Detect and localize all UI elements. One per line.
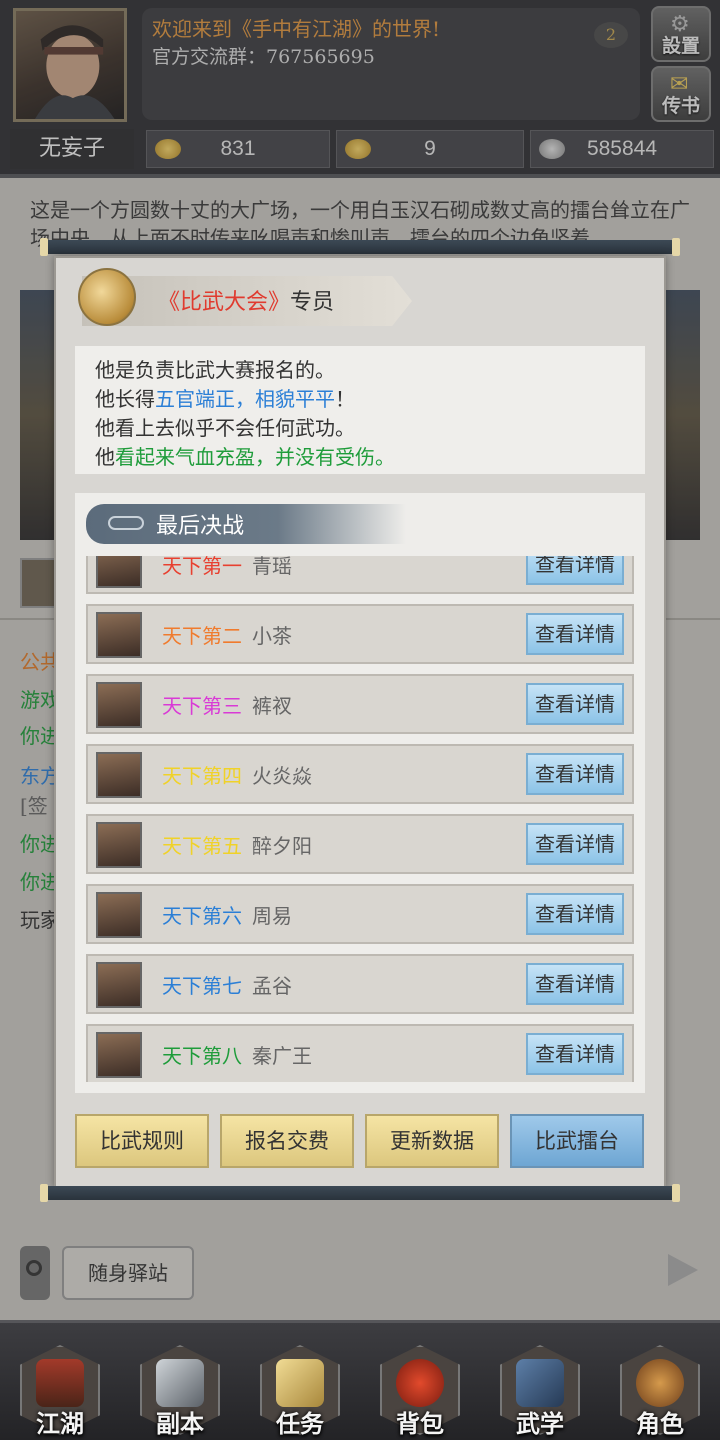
bottom-nav: 江湖 副本 任务 背包 武学 角色 [0, 1320, 720, 1440]
health-text: 看起来气血充盈，并没有受伤。 [115, 445, 395, 469]
bag-icon [396, 1359, 444, 1407]
ranking-row: 天下第八 秦广王 查看详情 [86, 1024, 634, 1082]
book-icon [516, 1359, 564, 1407]
nav-label: 任务 [276, 1409, 324, 1438]
view-details-button[interactable]: 查看详情 [526, 753, 624, 795]
rank-label: 天下第四 [162, 764, 242, 788]
desc-text: ！ [335, 387, 355, 411]
player-portrait-icon [96, 962, 142, 1008]
rank-label: 天下第三 [162, 694, 242, 718]
rod-cap [672, 238, 680, 256]
nav-jianghu[interactable]: 江湖 [20, 1345, 100, 1438]
nav-quest[interactable]: 任务 [260, 1345, 340, 1438]
rank-label: 天下第六 [162, 904, 242, 928]
view-details-button[interactable]: 查看详情 [526, 613, 624, 655]
ranking-row: 天下第四 火炎焱 查看详情 [86, 744, 634, 804]
player-portrait-icon [96, 556, 142, 588]
nav-label: 角色 [636, 1409, 684, 1438]
ranking-list[interactable]: 天下第一 青瑶 查看详情 天下第二 小茶 查看详情 天下第三 裤衩 查看详情 天… [75, 556, 645, 1082]
player-name: 小茶 [252, 624, 292, 648]
player-portrait-icon [96, 892, 142, 938]
dialog-title: 《比武大会》专员 [158, 284, 334, 316]
drum-icon [78, 268, 136, 326]
view-details-button[interactable]: 查看详情 [526, 823, 624, 865]
desc-line: 他看上去似乎不会任何武功。 [95, 416, 355, 440]
rank-label: 天下第八 [162, 1044, 242, 1068]
rod-cap [40, 238, 48, 256]
rank-label: 天下第五 [162, 834, 242, 858]
title-role: 专员 [290, 290, 335, 315]
appearance-text: 五官端正，相貌平平 [155, 387, 335, 411]
npc-description: 他是负责比武大赛报名的。 他长得五官端正，相貌平平！ 他看上去似乎不会任何武功。… [75, 346, 645, 474]
rod-cap [40, 1184, 48, 1202]
player-name: 火炎焱 [252, 764, 312, 788]
nav-martial[interactable]: 武学 [500, 1345, 580, 1438]
ranking-row: 天下第五 醉夕阳 查看详情 [86, 814, 634, 874]
arena-button[interactable]: 比武擂台 [510, 1114, 644, 1168]
player-name: 裤衩 [252, 694, 292, 718]
ranking-row: 天下第七 孟谷 查看详情 [86, 954, 634, 1014]
desc-text: 他 [95, 445, 115, 469]
cloud-swirl-icon [108, 516, 144, 530]
rank-label: 天下第二 [162, 624, 242, 648]
scroll-rod-bottom [40, 1184, 680, 1202]
ranking-row: 天下第二 小茶 查看详情 [86, 604, 634, 664]
nav-character[interactable]: 角色 [620, 1345, 700, 1438]
player-portrait-icon [96, 682, 142, 728]
player-name: 周易 [252, 904, 292, 928]
nav-label: 江湖 [36, 1409, 84, 1438]
view-details-button[interactable]: 查看详情 [526, 683, 624, 725]
ranking-row: 天下第三 裤衩 查看详情 [86, 674, 634, 734]
desc-line: 他长得五官端正，相貌平平！ [95, 385, 625, 414]
rank-label: 天下第一 [162, 556, 242, 578]
rules-button[interactable]: 比武规则 [75, 1114, 209, 1168]
player-portrait-icon [96, 1032, 142, 1078]
ranking-row: 天下第一 青瑶 查看详情 [86, 556, 634, 594]
player-name: 秦广王 [252, 1044, 312, 1068]
view-details-button[interactable]: 查看详情 [526, 963, 624, 1005]
scroll-rod-top [40, 238, 680, 256]
swords-icon [156, 1359, 204, 1407]
event-name: 《比武大会》 [158, 290, 291, 315]
view-details-button[interactable]: 查看详情 [526, 556, 624, 585]
rod-cap [672, 1184, 680, 1202]
player-portrait-icon [96, 752, 142, 798]
player-name: 孟谷 [252, 974, 292, 998]
nav-bag[interactable]: 背包 [380, 1345, 460, 1438]
scroll-icon [276, 1359, 324, 1407]
nav-label: 武学 [516, 1409, 564, 1438]
player-portrait-icon [96, 612, 142, 658]
desc-line: 他看起来气血充盈，并没有受伤。 [95, 443, 625, 472]
rank-label: 天下第七 [162, 974, 242, 998]
refresh-button[interactable]: 更新数据 [365, 1114, 499, 1168]
player-portrait-icon [96, 822, 142, 868]
ranking-row: 天下第六 周易 查看详情 [86, 884, 634, 944]
desc-text: 他长得 [95, 387, 155, 411]
view-details-button[interactable]: 查看详情 [526, 1033, 624, 1075]
desc-line: 他是负责比武大赛报名的。 [95, 358, 335, 382]
final-battle-title: 最后决战 [156, 514, 245, 539]
player-name: 醉夕阳 [252, 834, 312, 858]
nav-dungeon[interactable]: 副本 [140, 1345, 220, 1438]
view-details-button[interactable]: 查看详情 [526, 893, 624, 935]
nav-label: 背包 [396, 1409, 444, 1438]
pagoda-icon [36, 1359, 84, 1407]
player-name: 青瑶 [252, 556, 292, 578]
gourd-icon [636, 1359, 684, 1407]
nav-label: 副本 [156, 1409, 204, 1438]
signup-button[interactable]: 报名交费 [220, 1114, 354, 1168]
